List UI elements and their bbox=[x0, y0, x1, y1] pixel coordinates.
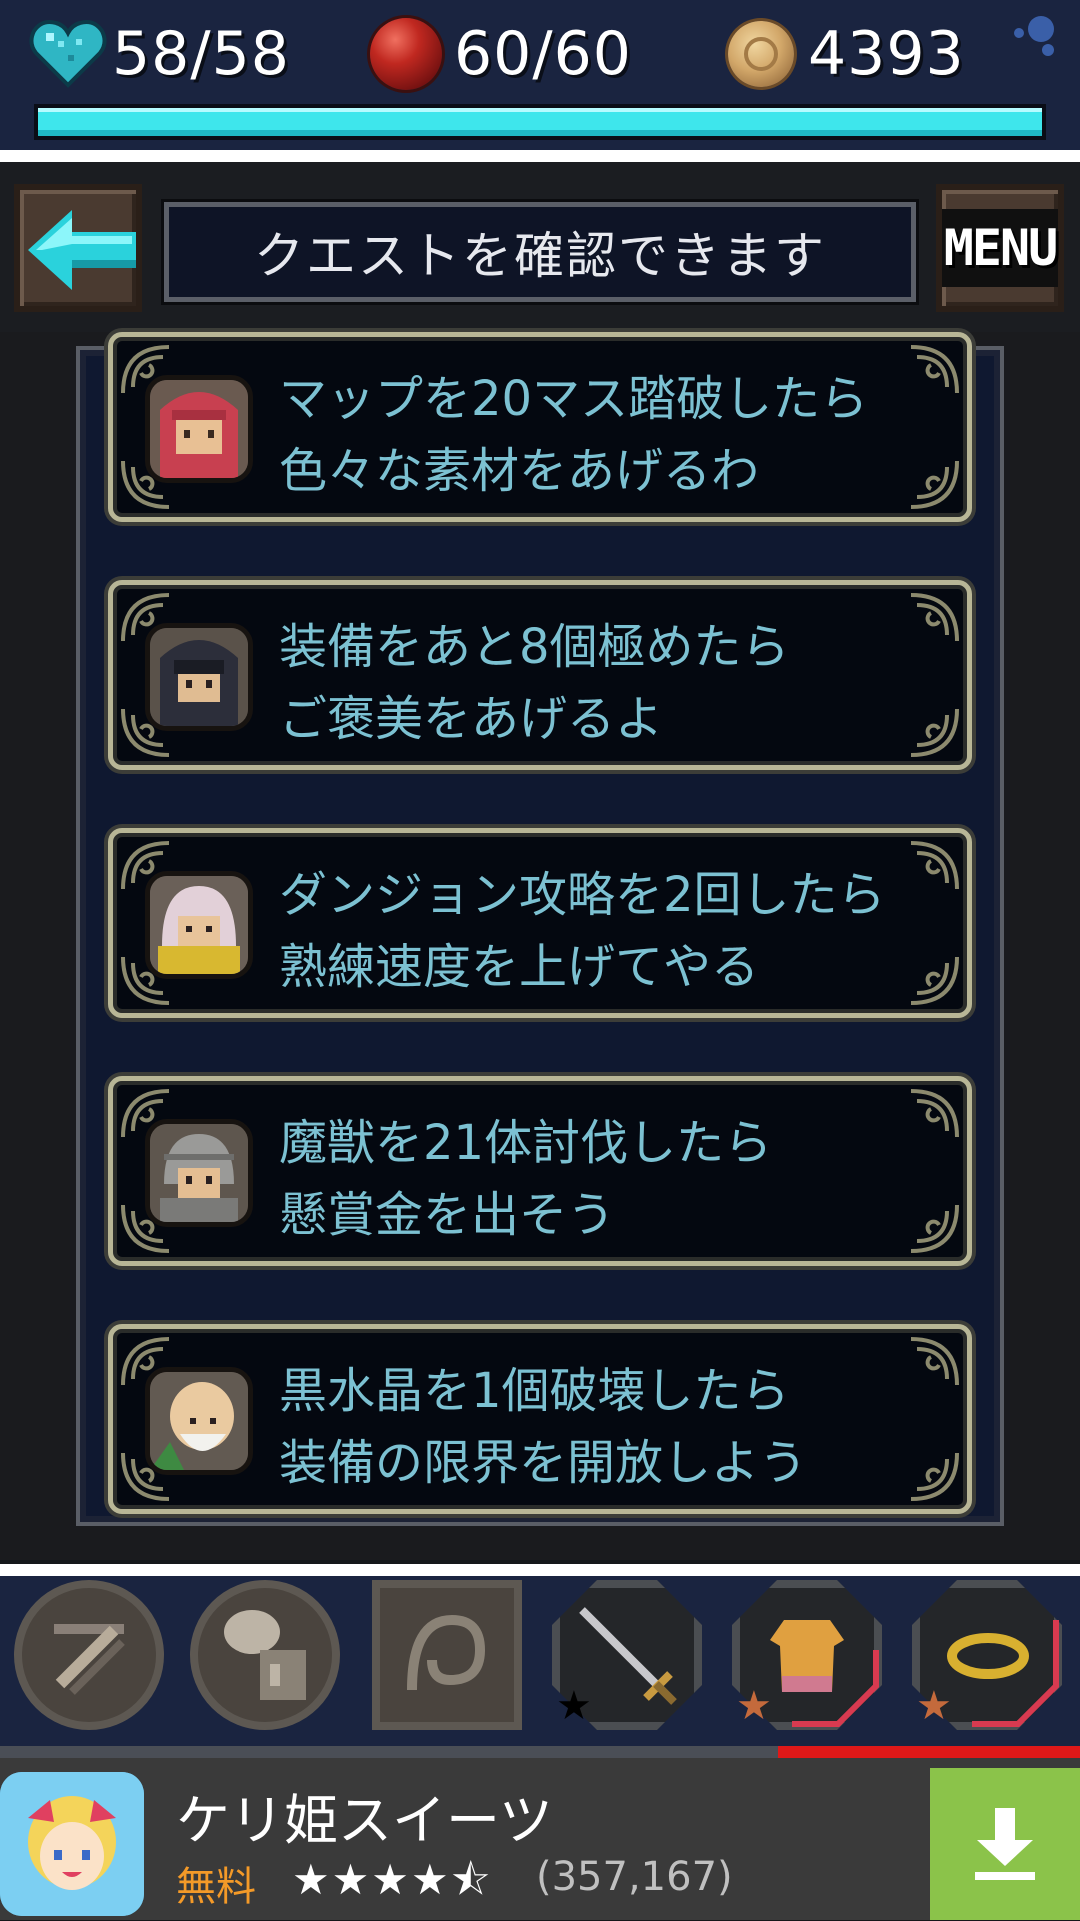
quest-screen: マップを20マス踏破したら 色々な素材をあげるわ 装備をあと8個極めたら ご褒美… bbox=[0, 332, 1080, 1560]
download-button[interactable] bbox=[930, 1768, 1080, 1920]
quest-description: ダンジョン攻略を2回したら 熟練速度を上げてやる bbox=[279, 859, 949, 1003]
title-bar: クエストを確認できます bbox=[164, 202, 916, 302]
quest-card[interactable]: ダンジョン攻略を2回したら 熟練速度を上げてやる bbox=[108, 828, 972, 1018]
quest-line: 装備の限界を開放しよう bbox=[279, 1435, 808, 1491]
quest-line: 懸賞金を出そう bbox=[279, 1187, 616, 1243]
back-arrow-icon bbox=[28, 210, 136, 290]
rank-star-icon: ★ bbox=[736, 1683, 772, 1729]
stamina-bar bbox=[34, 104, 1046, 140]
quest-description: マップを20マス踏破したら 色々な素材をあげるわ bbox=[279, 363, 949, 507]
ad-price: 無料 bbox=[176, 1864, 256, 1910]
coin-stat: 4393 bbox=[728, 18, 965, 90]
quest-card[interactable]: 黒水晶を1個破壊したら 装備の限界を開放しよう bbox=[108, 1324, 972, 1514]
page-title: クエストを確認できます bbox=[254, 227, 826, 285]
ap-stat: 60/60 bbox=[370, 18, 632, 90]
quest-description: 装備をあと8個極めたら ご褒美をあげるよ bbox=[279, 611, 949, 755]
helmet-soldier-portrait bbox=[145, 1119, 253, 1227]
creature-icon bbox=[224, 1610, 306, 1700]
quest-card[interactable]: マップを20マス踏破したら 色々な素材をあげるわ bbox=[108, 332, 972, 522]
status-bar: 58/58 60/60 4393 bbox=[0, 0, 1080, 150]
divider bbox=[0, 150, 1080, 162]
red-hood-girl-portrait bbox=[145, 375, 253, 483]
hp-stat: 58/58 bbox=[28, 18, 290, 90]
quest-line: ご褒美をあげるよ bbox=[279, 691, 664, 747]
crafting-slot[interactable] bbox=[14, 1580, 164, 1730]
crafting-tools-icon bbox=[54, 1624, 125, 1695]
quest-line: 装備をあと8個極めたら bbox=[279, 619, 790, 675]
ad-banner[interactable]: ケリ姫スイーツ 無料 ★★★★⯪ (357,167) bbox=[0, 1758, 1080, 1920]
quest-line: 熟練速度を上げてやる bbox=[279, 939, 760, 995]
secondary-progress-fill bbox=[778, 1746, 1080, 1758]
quest-card[interactable]: 魔獣を21体討伐したら 懸賞金を出そう bbox=[108, 1076, 972, 1266]
map-scroll-icon bbox=[407, 1614, 486, 1691]
quest-line: 黒水晶を1個破壊したら bbox=[279, 1363, 790, 1419]
stamina-bar-fill bbox=[38, 108, 1042, 136]
menu-label: MENU bbox=[941, 209, 1058, 287]
red-orb-icon bbox=[370, 18, 442, 90]
equipment-toolbar: ★ ★ ★ bbox=[0, 1576, 1080, 1746]
quest-line: 色々な素材をあげるわ bbox=[279, 443, 760, 499]
quest-description: 黒水晶を1個破壊したら 装備の限界を開放しよう bbox=[279, 1355, 949, 1499]
ad-title: ケリ姫スイーツ bbox=[176, 1789, 553, 1852]
rank-star-icon: ★ bbox=[556, 1683, 592, 1729]
dark-hood-boy-portrait bbox=[145, 623, 253, 731]
bald-elder-portrait bbox=[145, 1367, 253, 1475]
coin-icon bbox=[728, 21, 794, 87]
armor-slot[interactable]: ★ bbox=[732, 1580, 882, 1730]
map-slot[interactable] bbox=[372, 1580, 522, 1730]
ap-value: 60/60 bbox=[454, 19, 632, 89]
quest-line: 魔獣を21体討伐したら bbox=[279, 1115, 773, 1171]
review-count: (357,167) bbox=[536, 1854, 733, 1900]
header: クエストを確認できます MENU bbox=[0, 162, 1080, 332]
accessory-slot[interactable]: ★ bbox=[912, 1580, 1062, 1730]
quest-description: 魔獣を21体討伐したら 懸賞金を出そう bbox=[279, 1107, 949, 1251]
coin-value: 4393 bbox=[808, 19, 965, 89]
quest-line: マップを20マス踏破したら bbox=[279, 371, 869, 427]
bubbles-decoration bbox=[1008, 10, 1068, 70]
quest-card[interactable]: 装備をあと8個極めたら ご褒美をあげるよ bbox=[108, 580, 972, 770]
menu-button[interactable]: MENU bbox=[936, 184, 1064, 312]
download-icon bbox=[975, 1808, 1035, 1880]
back-button[interactable] bbox=[14, 184, 142, 312]
hp-value: 58/58 bbox=[112, 19, 290, 89]
creature-slot[interactable] bbox=[190, 1580, 340, 1730]
heart-icon bbox=[29, 20, 107, 88]
rank-star-icon: ★ bbox=[916, 1683, 952, 1729]
quest-line: ダンジョン攻略を2回したら bbox=[279, 867, 886, 923]
divider bbox=[0, 1564, 1080, 1576]
app-icon[interactable] bbox=[0, 1772, 144, 1916]
white-hair-old-man-portrait bbox=[145, 871, 253, 979]
rating-stars: ★★★★⯪ bbox=[292, 1855, 493, 1904]
weapon-slot[interactable]: ★ bbox=[552, 1580, 702, 1730]
